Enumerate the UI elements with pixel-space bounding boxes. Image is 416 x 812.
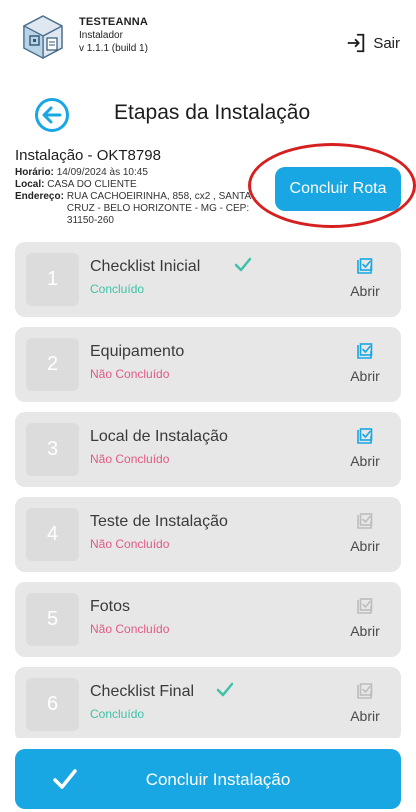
step-open-label: Abrir [350, 283, 380, 299]
step-open-label: Abrir [350, 368, 380, 384]
checkbox-icon [357, 343, 373, 359]
step-status: Não Concluído [90, 452, 170, 466]
step-card: 1 Checklist Inicial Concluído Abrir [15, 242, 401, 317]
step-name: Checklist Final [90, 683, 195, 700]
step-card: 6 Checklist Final Concluído Abrir [15, 667, 401, 738]
checkbox-icon [357, 683, 373, 699]
place-label: Local: [15, 179, 45, 190]
address-label: Endereço: [15, 191, 64, 202]
app-version: v 1.1.1 (build 1) [79, 43, 148, 54]
step-number: 4 [26, 508, 79, 561]
installation-time: Horário: 14/09/2024 às 10:45 [15, 167, 275, 179]
installation-title: Instalação - OKT8798 [15, 147, 161, 164]
logout-label: Sair [373, 34, 400, 52]
step-number: 5 [26, 593, 79, 646]
back-arrow-icon[interactable] [34, 97, 70, 133]
steps-list: 1 Checklist Inicial Concluído Abrir 2 Equipam… [15, 242, 401, 738]
step-number: 6 [26, 678, 79, 731]
time-label: Horário: [15, 167, 54, 178]
title-row: Etapas da Instalação [0, 95, 416, 135]
step-name: Local de Instalação [90, 428, 228, 445]
step-status: Concluído [90, 282, 145, 296]
finish-installation-button[interactable]: Concluir Instalação [15, 749, 401, 809]
page-title: Etapas da Instalação [114, 101, 311, 124]
checkbox-icon [357, 428, 373, 444]
step-open-label: Abrir [350, 623, 380, 639]
app-header: TESTEANNA Instalador v 1.1.1 (build 1) S… [0, 0, 416, 72]
step-open-button[interactable]: Abrir [345, 426, 385, 474]
step-open-button[interactable]: Abrir [345, 256, 385, 304]
app-logo-icon [23, 15, 63, 59]
step-status: Não Concluído [90, 537, 170, 551]
installation-address: Endereço: RUA CACHOEIRINHA, 858, cx2 , S… [15, 191, 275, 227]
step-number: 2 [26, 338, 79, 391]
time-value: 14/09/2024 às 10:45 [56, 167, 148, 178]
step-name: Equipamento [90, 343, 185, 360]
step-status: Não Concluído [90, 622, 170, 636]
complete-route-button[interactable]: Concluir Rota [275, 167, 401, 211]
address-value: RUA CACHOEIRINHA, 858, cx2 , SANTA CRUZ … [66, 191, 251, 226]
step-open-label: Abrir [350, 453, 380, 469]
app-name: TESTEANNA [79, 16, 149, 28]
app-role: Instalador [79, 30, 123, 41]
logout-icon [348, 33, 365, 53]
checkbox-icon [357, 513, 373, 529]
place-value: CASA DO CLIENTE [47, 179, 137, 190]
step-open-button[interactable]: Abrir [345, 596, 385, 644]
step-open-label: Abrir [350, 708, 380, 724]
step-open-label: Abrir [350, 538, 380, 554]
step-open-button[interactable]: Abrir [345, 681, 385, 729]
check-icon [234, 257, 252, 272]
step-status: Não Concluído [90, 367, 170, 381]
step-card: 3 Local de Instalação Não Concluído Abrir [15, 412, 401, 487]
step-number: 1 [26, 253, 79, 306]
checkbox-icon [357, 258, 373, 274]
step-open-button[interactable]: Abrir [345, 341, 385, 389]
installation-info: Instalação - OKT8798 Horário: 14/09/2024… [15, 147, 275, 227]
logout-button[interactable]: Sair [345, 32, 400, 54]
step-name: Teste de Instalação [90, 513, 228, 530]
finish-installation-label: Concluir Instalação [145, 770, 291, 789]
step-card: 5 Fotos Não Concluído Abrir [15, 582, 401, 657]
step-card: 4 Teste de Instalação Não Concluído Abrir [15, 497, 401, 572]
step-card: 2 Equipamento Não Concluído Abrir [15, 327, 401, 402]
check-icon [216, 682, 234, 697]
step-open-button[interactable]: Abrir [345, 511, 385, 559]
checkbox-icon [357, 598, 373, 614]
step-number: 3 [26, 423, 79, 476]
step-status: Concluído [90, 707, 145, 721]
step-name: Checklist Inicial [90, 258, 201, 275]
step-name: Fotos [90, 598, 131, 615]
installation-place: Local: CASA DO CLIENTE [15, 179, 275, 191]
app-meta: TESTEANNA Instalador v 1.1.1 (build 1) [79, 16, 148, 55]
